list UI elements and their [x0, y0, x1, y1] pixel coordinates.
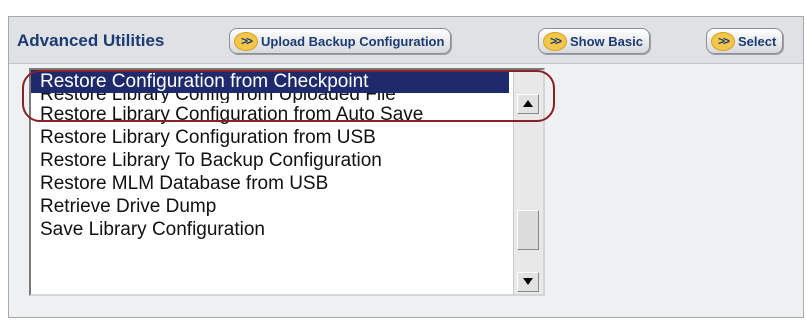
scroll-up-button[interactable] — [517, 94, 539, 114]
double-chevron-right-icon: >> — [543, 31, 567, 51]
upload-backup-configuration-label: Upload Backup Configuration — [261, 33, 445, 49]
list-scrollbar[interactable] — [513, 70, 543, 294]
list-item[interactable]: Restore Library Config from Uploaded Fil… — [31, 93, 509, 103]
upload-backup-configuration-button[interactable]: >> Upload Backup Configuration — [229, 28, 452, 54]
utilities-listbox[interactable]: Restore Configuration from Checkpoint Re… — [29, 68, 545, 296]
panel-title: Advanced Utilities — [17, 31, 165, 50]
list-item[interactable]: Restore MLM Database from USB — [31, 172, 509, 195]
scroll-down-button[interactable] — [517, 272, 539, 292]
double-chevron-right-icon: >> — [234, 31, 258, 51]
arrow-up-icon — [523, 100, 533, 107]
list-item[interactable]: Restore Library Configuration from USB — [31, 126, 509, 149]
list-item[interactable]: Restore Library To Backup Configuration — [31, 149, 509, 172]
list-item[interactable]: Restore Library Configuration from Auto … — [31, 103, 509, 126]
arrow-down-icon — [523, 278, 533, 285]
select-label: Select — [738, 33, 777, 49]
list-item[interactable]: Retrieve Drive Dump — [31, 195, 509, 218]
list-item[interactable]: Save Library Configuration — [31, 218, 509, 241]
show-basic-button[interactable]: >> Show Basic — [538, 28, 650, 54]
panel-header: Advanced Utilities >> Upload Backup Conf… — [9, 17, 803, 64]
show-basic-label: Show Basic — [570, 33, 643, 49]
select-button[interactable]: >> Select — [706, 28, 784, 54]
double-chevron-right-icon: >> — [711, 31, 735, 51]
scrollbar-thumb[interactable] — [517, 210, 539, 250]
list-item-selected[interactable]: Restore Configuration from Checkpoint — [31, 70, 509, 93]
utilities-list: Restore Configuration from Checkpoint Re… — [31, 70, 509, 241]
